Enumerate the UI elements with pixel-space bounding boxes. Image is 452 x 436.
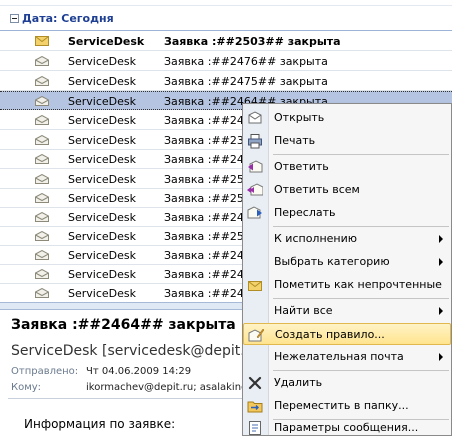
message-row[interactable]: ServiceDesk Заявка :##2476## закрыта bbox=[0, 52, 452, 71]
menu-item-label: Открыть bbox=[274, 111, 325, 124]
message-sender: ServiceDesk bbox=[68, 173, 136, 186]
message-subject: Заявка :##2475## закрыта bbox=[164, 75, 328, 88]
menu-item-label: К исполнению bbox=[274, 232, 358, 245]
message-sender: ServiceDesk bbox=[68, 230, 136, 243]
open-icon bbox=[248, 111, 262, 124]
menu-item-label: Создать правило... bbox=[275, 328, 385, 341]
read-envelope-icon bbox=[35, 250, 49, 260]
submenu-arrow-icon bbox=[439, 235, 443, 243]
message-options-icon bbox=[249, 421, 261, 435]
message-sender: ServiceDesk bbox=[68, 95, 136, 108]
menu-item-move-to-folder[interactable]: Переместить в папку... bbox=[243, 395, 451, 417]
menu-item-categorize[interactable]: Выбрать категорию bbox=[243, 251, 451, 273]
menu-item-label: Найти все bbox=[274, 304, 333, 317]
menu-item-find-all[interactable]: Найти все bbox=[243, 300, 451, 322]
submenu-arrow-icon bbox=[439, 353, 443, 361]
read-envelope-icon bbox=[35, 212, 49, 222]
message-sender: ServiceDesk bbox=[68, 211, 136, 224]
menu-item-reply-all[interactable]: Ответить всем bbox=[243, 179, 451, 201]
menu-item-delete[interactable]: Удалить bbox=[243, 372, 451, 394]
menu-item-label: Пометить как непрочтенные bbox=[274, 278, 442, 291]
menu-item-label: Параметры сообщения... bbox=[274, 421, 419, 434]
read-envelope-icon bbox=[35, 288, 49, 298]
submenu-arrow-icon bbox=[439, 258, 443, 266]
message-sender: ServiceDesk bbox=[68, 35, 145, 48]
read-envelope-icon bbox=[35, 76, 49, 86]
menu-item-mark-unread[interactable]: Пометить как непрочтенные bbox=[243, 274, 451, 296]
sent-label: Отправлено: bbox=[11, 366, 79, 377]
reading-subject: Заявка :##2464## закрыта bbox=[11, 317, 236, 333]
menu-item-open[interactable]: Открыть bbox=[243, 107, 451, 129]
forward-icon bbox=[247, 206, 262, 219]
menu-item-label: Ответить bbox=[274, 160, 329, 173]
message-sender: ServiceDesk bbox=[68, 75, 136, 88]
menu-item-label: Переместить в папку... bbox=[274, 399, 409, 412]
message-subject: Заявка :##2476## закрыта bbox=[164, 55, 328, 68]
collapse-toggle-icon[interactable] bbox=[10, 14, 19, 23]
menu-separator bbox=[273, 226, 449, 227]
to-value[interactable]: ikormachev@depit.ru; asalakin@ bbox=[86, 382, 251, 393]
mark-unread-icon bbox=[248, 281, 262, 291]
menu-item-follow-up[interactable]: К исполнению bbox=[243, 228, 451, 250]
read-envelope-icon bbox=[35, 193, 49, 203]
message-sender: ServiceDesk bbox=[68, 249, 136, 262]
menu-item-label: Печать bbox=[274, 134, 316, 147]
reply-all-icon bbox=[247, 183, 263, 196]
message-row[interactable]: ServiceDesk Заявка :##2475## закрыта bbox=[0, 72, 452, 91]
read-envelope-icon bbox=[35, 269, 49, 279]
message-sender: ServiceDesk bbox=[68, 134, 136, 147]
list-top-edge bbox=[0, 0, 452, 6]
to-label: Кому: bbox=[11, 382, 42, 393]
message-sender: ServiceDesk bbox=[68, 287, 136, 300]
reading-from[interactable]: ServiceDesk [servicedesk@depit.ru] bbox=[11, 343, 265, 359]
read-envelope-icon bbox=[35, 96, 49, 106]
sent-value: Чт 04.06.2009 14:29 bbox=[86, 366, 192, 377]
menu-item-create-rule[interactable]: Создать правило... bbox=[243, 323, 451, 345]
menu-separator bbox=[273, 154, 449, 155]
read-envelope-icon bbox=[35, 115, 49, 125]
menu-item-label: Переслать bbox=[274, 206, 336, 219]
message-sender: ServiceDesk bbox=[68, 268, 136, 281]
group-header-today[interactable]: Дата: Сегодня bbox=[0, 7, 452, 31]
menu-item-print[interactable]: Печать bbox=[243, 130, 451, 152]
group-header-label: Дата: Сегодня bbox=[22, 12, 114, 25]
menu-item-reply[interactable]: Ответить bbox=[243, 156, 451, 178]
menu-item-junk-mail[interactable]: Нежелательная почта bbox=[243, 346, 451, 368]
context-menu[interactable]: Открыть Печать Ответить Ответить всем Пе… bbox=[242, 103, 452, 436]
message-body: Информация по заявке: bbox=[24, 417, 176, 431]
message-sender: ServiceDesk bbox=[68, 55, 136, 68]
delete-icon bbox=[248, 376, 262, 390]
reply-icon bbox=[248, 160, 263, 173]
read-envelope-icon bbox=[35, 154, 49, 164]
menu-item-message-options[interactable]: Параметры сообщения... bbox=[243, 417, 451, 436]
menu-item-label: Удалить bbox=[274, 376, 323, 389]
menu-item-label: Нежелательная почта bbox=[274, 350, 404, 363]
menu-separator bbox=[273, 370, 449, 371]
menu-separator bbox=[273, 298, 449, 299]
unread-envelope-icon bbox=[35, 36, 49, 46]
message-row[interactable]: ServiceDesk Заявка :##2503## закрыта bbox=[0, 32, 452, 51]
read-envelope-icon bbox=[35, 231, 49, 241]
menu-item-label: Ответить всем bbox=[274, 183, 360, 196]
menu-item-label: Выбрать категорию bbox=[274, 255, 390, 268]
read-envelope-icon bbox=[35, 174, 49, 184]
read-envelope-icon bbox=[35, 56, 49, 66]
message-subject: Заявка :##2503## закрыта bbox=[164, 35, 341, 48]
submenu-arrow-icon bbox=[439, 307, 443, 315]
print-icon bbox=[248, 134, 262, 149]
create-rule-icon bbox=[248, 328, 264, 342]
read-envelope-icon bbox=[35, 135, 49, 145]
message-sender: ServiceDesk bbox=[68, 153, 136, 166]
message-sender: ServiceDesk bbox=[68, 192, 136, 205]
move-to-folder-icon bbox=[247, 401, 263, 413]
message-sender: ServiceDesk bbox=[68, 114, 136, 127]
menu-item-forward[interactable]: Переслать bbox=[243, 202, 451, 224]
